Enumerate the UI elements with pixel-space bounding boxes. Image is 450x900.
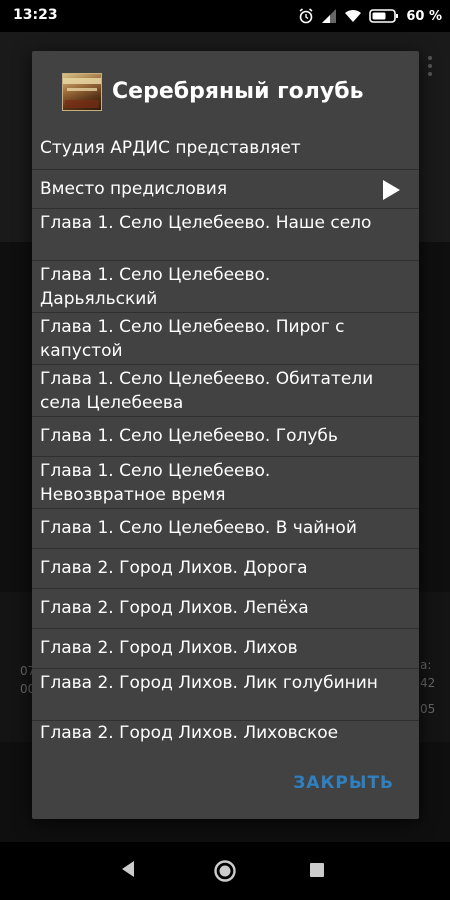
chapter-label: Глава 1. Село Целебеево. Дарьяльский [40, 265, 271, 309]
chapter-item[interactable]: Глава 2. Город Лихов. Лихов [32, 629, 419, 669]
navigation-bar [0, 842, 450, 900]
alarm-icon [299, 8, 313, 24]
chapter-item[interactable]: Глава 1. Село Целебеево. Обитатели села … [32, 365, 419, 417]
overflow-menu-icon [428, 56, 432, 76]
signal-icon [322, 9, 337, 23]
chapter-item-current[interactable]: Вместо предисловия [32, 169, 419, 209]
dialog-title: Серебряный голубь [112, 79, 364, 104]
chapter-label: Глава 1. Село Целебеево. Голубь [40, 426, 338, 446]
home-icon[interactable] [213, 859, 237, 883]
chapter-label: Глава 1. Село Целебеево. Невозвратное вр… [40, 461, 271, 505]
battery-percent: 60 % [406, 8, 442, 24]
chapter-label: Глава 1. Село Целебеево. В чайной [40, 518, 357, 538]
status-icons: 60 % [298, 6, 442, 26]
chapter-list-dialog: Серебряный голубь Студия АРДИС представл… [32, 51, 419, 819]
chapter-label: Глава 1. Село Целебеево. Пирог с капусто… [40, 317, 345, 361]
chapter-list[interactable]: Студия АРДИС представляет Вместо предисл… [32, 129, 419, 752]
chapter-label: Глава 1. Село Целебеево. Наше село [40, 213, 372, 233]
chapter-item[interactable]: Глава 2. Город Лихов. Лепёха [32, 589, 419, 629]
chapter-label: Глава 2. Город Лихов. Дорога [40, 558, 308, 578]
wifi-icon [345, 9, 362, 22]
chapter-item[interactable]: Глава 2. Город Лихов. Лиховское чаепитие [32, 721, 419, 752]
close-button[interactable]: ЗАКРЫТЬ [293, 773, 394, 793]
chapter-item[interactable]: Глава 1. Село Целебеево. В чайной [32, 509, 419, 549]
book-cover-image [62, 73, 102, 111]
battery-icon [369, 9, 399, 23]
chapter-label: Глава 2. Город Лихов. Лиховское чаепитие [40, 723, 339, 752]
background-text: а: [420, 658, 432, 672]
recents-icon[interactable] [310, 863, 324, 877]
dialog-header: Серебряный голубь [32, 51, 419, 129]
chapter-item[interactable]: Глава 1. Село Целебеево. Пирог с капусто… [32, 313, 419, 365]
chapter-item[interactable]: Глава 2. Город Лихов. Лик голубинин [32, 669, 419, 721]
chapter-item[interactable]: Глава 2. Город Лихов. Дорога [32, 549, 419, 589]
play-icon [383, 180, 400, 200]
back-icon[interactable] [120, 860, 136, 878]
status-bar: 13:23 60 % [0, 0, 450, 32]
chapter-item[interactable]: Глава 1. Село Целебеево. Невозвратное вр… [32, 457, 419, 509]
chapter-label: Глава 1. Село Целебеево. Обитатели села … [40, 369, 374, 413]
chapter-label: Глава 2. Город Лихов. Лихов [40, 638, 298, 658]
chapter-item[interactable]: Глава 1. Село Целебеево. Дарьяльский [32, 261, 419, 313]
background-text: 42 [420, 676, 436, 690]
chapter-label: Глава 2. Город Лихов. Лик голубинин [40, 673, 378, 693]
background-text: 05 [420, 702, 436, 716]
chapter-label: Вместо предисловия [40, 179, 228, 199]
status-time: 13:23 [13, 7, 58, 23]
chapter-item[interactable]: Студия АРДИС представляет [32, 129, 419, 169]
chapter-item[interactable]: Глава 1. Село Целебеево. Голубь [32, 417, 419, 457]
chapter-item[interactable]: Глава 1. Село Целебеево. Наше село [32, 209, 419, 261]
chapter-label: Глава 2. Город Лихов. Лепёха [40, 598, 309, 618]
chapter-label: Студия АРДИС представляет [40, 138, 301, 158]
